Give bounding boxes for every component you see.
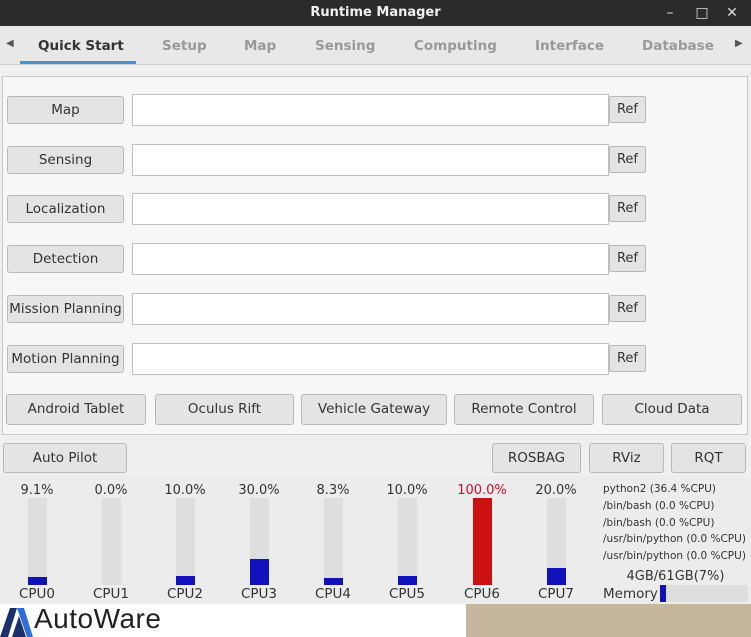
- motion-planning-ref-button[interactable]: Ref: [609, 345, 646, 372]
- cpu0-label: CPU0: [18, 586, 56, 602]
- cpu0-percent: 9.1%: [20, 483, 54, 498]
- detection-field[interactable]: [132, 243, 609, 275]
- cpu2-label: CPU2: [166, 586, 204, 602]
- cpu3-meter: [250, 498, 269, 585]
- sensing-field[interactable]: [132, 144, 609, 176]
- rosbag-button[interactable]: ROSBAG: [492, 443, 581, 473]
- rviz-button[interactable]: RViz: [589, 443, 664, 473]
- cpu0-meter-fill: [28, 577, 47, 585]
- cpu6-label: CPU6: [463, 586, 501, 602]
- scroll-right-icon[interactable]: ▶: [735, 38, 743, 49]
- process-item: /usr/bin/python (0.0 %CPU): [603, 533, 746, 546]
- autoware-logo-icon: [0, 608, 33, 637]
- process-item: /bin/bash (0.0 %CPU): [603, 516, 715, 529]
- title-bar: Runtime Manager – □ ✕: [0, 0, 751, 26]
- sensing-ref-button[interactable]: Ref: [609, 146, 646, 173]
- cpu7-label: CPU7: [537, 586, 575, 602]
- map-button[interactable]: Map: [7, 96, 124, 124]
- cpu3-meter-fill: [250, 559, 269, 585]
- cpu6-percent: 100.0%: [457, 483, 507, 498]
- close-button[interactable]: ✕: [722, 3, 742, 23]
- tab-quick-start[interactable]: Quick Start: [38, 38, 124, 54]
- oculus-rift-button[interactable]: Oculus Rift: [155, 394, 294, 425]
- tab-computing[interactable]: Computing: [414, 38, 497, 54]
- cpu2-meter-fill: [176, 576, 195, 585]
- cpu4-meter-fill: [324, 578, 343, 585]
- map-ref-button[interactable]: Ref: [609, 96, 646, 123]
- cpu5-percent: 10.0%: [386, 483, 428, 498]
- process-list: python2 (36.4 %CPU) /bin/bash (0.0 %CPU)…: [603, 481, 749, 565]
- localization-button[interactable]: Localization: [7, 195, 124, 223]
- cpu1-percent: 0.0%: [94, 483, 128, 498]
- memory-meter-fill: [660, 585, 666, 602]
- cpu4-label: CPU4: [314, 586, 352, 602]
- motion-planning-field[interactable]: [132, 343, 609, 375]
- cpu7-meter: [547, 498, 566, 585]
- cpu2-meter: [176, 498, 195, 585]
- maximize-button[interactable]: □: [692, 3, 712, 23]
- rqt-button[interactable]: RQT: [671, 443, 746, 473]
- window-title: Runtime Manager: [310, 5, 441, 20]
- process-item: /usr/bin/python (0.0 %CPU): [603, 550, 746, 563]
- localization-ref-button[interactable]: Ref: [609, 195, 646, 222]
- active-tab-indicator: [20, 61, 136, 64]
- autoware-logo-text: AutoWare: [34, 603, 162, 634]
- auto-pilot-button[interactable]: Auto Pilot: [3, 443, 127, 473]
- cpu7-meter-fill: [547, 568, 566, 585]
- memory-label: Memory: [603, 586, 658, 602]
- cpu6-meter-fill: [473, 498, 492, 585]
- cpu4-meter: [324, 498, 343, 585]
- tab-map[interactable]: Map: [244, 38, 276, 54]
- mission-planning-ref-button[interactable]: Ref: [609, 295, 646, 322]
- cpu6-meter: [473, 498, 492, 585]
- cpu5-label: CPU5: [388, 586, 426, 602]
- cpu0-meter: [28, 498, 47, 585]
- tab-interface[interactable]: Interface: [535, 38, 604, 54]
- tab-database[interactable]: Database: [642, 38, 714, 54]
- tab-bar: ◀ Quick Start Setup Map Sensing Computin…: [0, 26, 751, 65]
- quick-start-panel: Map Ref Sensing Ref Localization Ref Det…: [2, 76, 748, 435]
- cpu5-meter: [398, 498, 417, 585]
- cpu4-percent: 8.3%: [316, 483, 350, 498]
- cpu5-meter-fill: [398, 576, 417, 585]
- minimize-button[interactable]: –: [660, 3, 680, 23]
- mission-planning-button[interactable]: Mission Planning: [7, 295, 124, 323]
- localization-field[interactable]: [132, 193, 609, 225]
- cpu3-percent: 30.0%: [238, 483, 280, 498]
- process-item: python2 (36.4 %CPU): [603, 483, 716, 495]
- cpu7-percent: 20.0%: [535, 483, 577, 498]
- cpu1-meter: [102, 498, 121, 585]
- scroll-left-icon[interactable]: ◀: [6, 38, 14, 49]
- remote-control-button[interactable]: Remote Control: [454, 394, 594, 425]
- detection-ref-button[interactable]: Ref: [609, 245, 646, 272]
- detection-button[interactable]: Detection: [7, 245, 124, 273]
- cpu1-label: CPU1: [92, 586, 130, 602]
- mission-planning-field[interactable]: [132, 293, 609, 325]
- map-field[interactable]: [132, 94, 609, 126]
- android-tablet-button[interactable]: Android Tablet: [6, 394, 146, 425]
- sensing-button[interactable]: Sensing: [7, 146, 124, 174]
- memory-usage-text: 4GB/61GB(7%): [626, 569, 725, 584]
- vehicle-gateway-button[interactable]: Vehicle Gateway: [301, 394, 447, 425]
- cpu3-label: CPU3: [240, 586, 278, 602]
- memory-meter: [660, 585, 748, 602]
- cloud-data-button[interactable]: Cloud Data: [602, 394, 742, 425]
- tab-setup[interactable]: Setup: [162, 38, 207, 54]
- motion-planning-button[interactable]: Motion Planning: [7, 345, 124, 373]
- cpu2-percent: 10.0%: [164, 483, 206, 498]
- process-item: /bin/bash (0.0 %CPU): [603, 499, 715, 512]
- tab-sensing[interactable]: Sensing: [315, 38, 375, 54]
